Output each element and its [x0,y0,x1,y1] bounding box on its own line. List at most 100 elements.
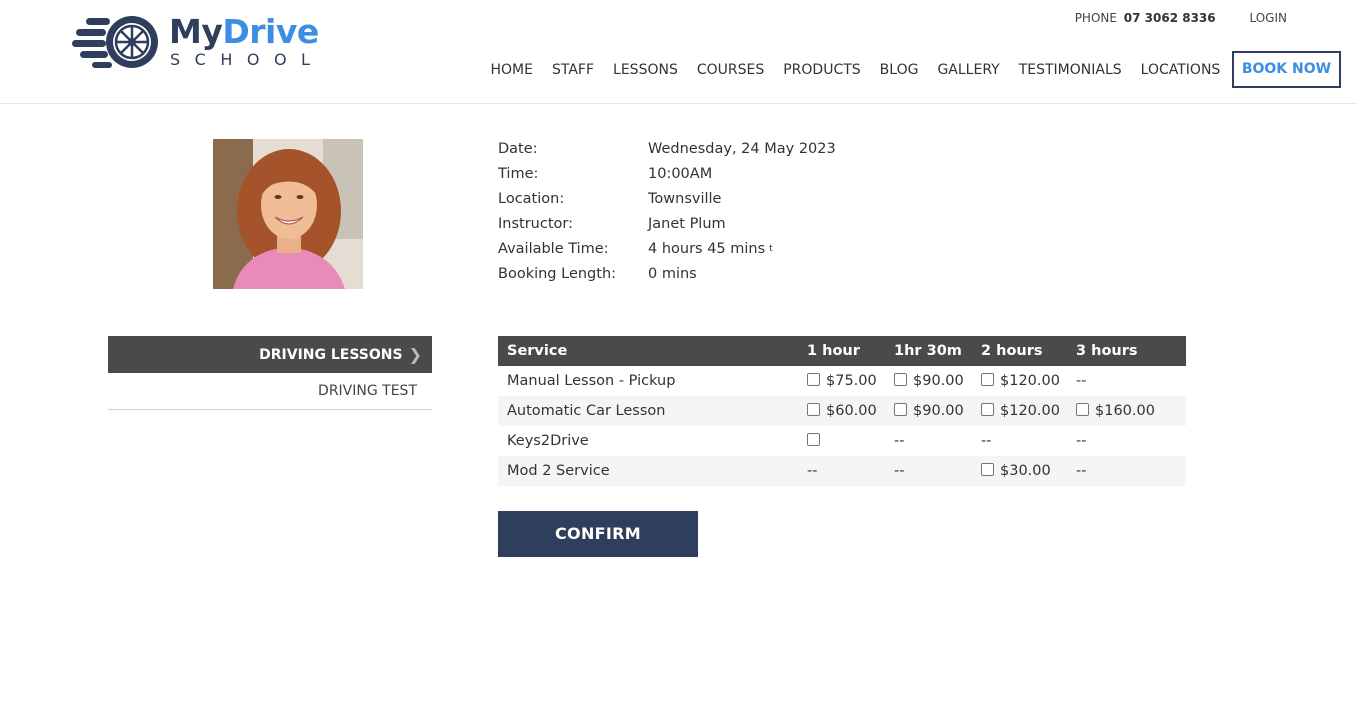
nav-staff[interactable]: STAFF [552,62,594,78]
menu-item-label: DRIVING TEST [318,383,417,399]
menu-item-driving-test[interactable]: DRIVING TEST [108,373,432,410]
price-cell[interactable]: $90.00 [885,396,972,426]
booking-length-label: Booking Length: [498,266,617,282]
confirm-button[interactable]: CONFIRM [498,511,698,557]
location-label: Location: [498,191,565,207]
nav-products[interactable]: PRODUCTS [783,62,860,78]
available-time-text: 4 hours 45 mins [648,241,766,257]
logo-word-my: My [169,12,223,51]
instructor-label: Instructor: [498,216,573,232]
price-value: $30.00 [1000,463,1051,479]
main-nav: HOME STAFF LESSONS COURSES PRODUCTS BLOG… [481,51,1342,88]
price-value: $60.00 [826,403,877,419]
logo-word-drive: Drive [222,12,319,51]
wheel-logo-icon [72,16,158,68]
nav-testimonials[interactable]: TESTIMONIALS [1019,62,1122,78]
top-contact-bar: PHONE 07 3062 8336 LOGIN [1075,11,1287,25]
price-cell[interactable]: $160.00 [1067,396,1186,426]
price-value: -- [807,463,818,479]
detail-row-available: Available Time: 4 hours 45 mins t [498,239,836,264]
price-cell[interactable]: $30.00 [972,456,1067,486]
price-value: $160.00 [1095,403,1155,419]
option-checkbox[interactable] [981,403,994,416]
site-header: MyDrive SCHOOL PHONE 07 3062 8336 LOGIN … [0,0,1357,104]
instructor-value: Janet Plum [648,216,726,232]
booking-length-value: 0 mins [648,266,697,282]
detail-row-instructor: Instructor: Janet Plum [498,214,836,239]
category-menu: DRIVING LESSONS ❯ DRIVING TEST [108,336,432,410]
price-value: -- [1076,373,1087,389]
price-value: -- [894,463,905,479]
table-header-row: Service 1 hour 1hr 30m 2 hours 3 hours [498,336,1186,366]
instructor-photo [213,139,363,289]
detail-row-time: Time: 10:00AM [498,164,836,189]
service-name-cell: Keys2Drive [507,433,589,449]
available-time-mark: t [769,244,773,254]
detail-row-date: Date: Wednesday, 24 May 2023 [498,139,836,164]
price-value: $75.00 [826,373,877,389]
service-name-cell: Manual Lesson - Pickup [507,373,676,389]
site-logo[interactable]: MyDrive SCHOOL [72,12,332,72]
nav-gallery[interactable]: GALLERY [937,62,999,78]
price-value: $120.00 [1000,403,1060,419]
price-value: $120.00 [1000,373,1060,389]
time-label: Time: [498,166,539,182]
option-checkbox[interactable] [894,403,907,416]
price-cell: -- [885,456,972,486]
price-cell: -- [1067,366,1186,396]
nav-courses[interactable]: COURSES [697,62,764,78]
price-cell[interactable]: $120.00 [972,396,1067,426]
service-table: Service 1 hour 1hr 30m 2 hours 3 hours M… [498,336,1186,486]
price-cell: -- [1067,456,1186,486]
price-value: $90.00 [913,373,964,389]
nav-locations[interactable]: LOCATIONS [1141,62,1221,78]
location-value: Townsville [648,191,722,207]
price-cell: -- [972,426,1067,456]
table-row: Automatic Car Lesson $60.00 $90.00 $120.00 $… [498,396,1186,426]
service-name-cell: Automatic Car Lesson [498,396,798,426]
header-service: Service [498,336,798,366]
header-1-hour: 1 hour [798,336,885,366]
time-value: 10:00AM [648,166,713,182]
option-checkbox[interactable] [894,373,907,386]
price-cell: -- [1067,426,1186,456]
price-value: -- [981,433,992,449]
price-cell: -- [798,456,885,486]
nav-blog[interactable]: BLOG [880,62,919,78]
nav-lessons[interactable]: LESSONS [613,62,678,78]
chevron-right-icon: ❯ [408,345,422,364]
option-checkbox[interactable] [807,433,820,446]
detail-row-booking-length: Booking Length: 0 mins [498,264,836,289]
table-row: Manual Lesson - Pickup $75.00 $90.00 $120.0… [498,366,1186,396]
price-cell[interactable]: $60.00 [798,396,885,426]
option-checkbox[interactable] [981,373,994,386]
option-checkbox[interactable] [807,403,820,416]
price-value: -- [1076,463,1087,479]
menu-item-label: DRIVING LESSONS [259,346,403,363]
table-row: Keys2Drive -- -- -- [498,426,1186,456]
header-2-hours: 2 hours [972,336,1067,366]
detail-row-location: Location: Townsville [498,189,836,214]
table-row: Mod 2 Service -- -- $30.00 -- [498,456,1186,486]
header-1hr-30m: 1hr 30m [885,336,972,366]
available-time-value: 4 hours 45 mins t [648,239,773,264]
price-cell: -- [885,426,972,456]
option-checkbox[interactable] [981,463,994,476]
price-cell[interactable]: $120.00 [972,366,1067,396]
nav-home[interactable]: HOME [491,62,533,78]
book-now-button[interactable]: BOOK NOW [1231,51,1342,88]
price-value: $90.00 [913,403,964,419]
available-time-label: Available Time: [498,241,609,257]
phone-number-link[interactable]: 07 3062 8336 [1124,11,1216,25]
login-link[interactable]: LOGIN [1249,11,1287,25]
option-checkbox[interactable] [1076,403,1089,416]
logo-wordmark: MyDrive [169,12,319,51]
header-3-hours: 3 hours [1067,336,1186,366]
price-value: -- [1076,433,1087,449]
date-value: Wednesday, 24 May 2023 [648,141,836,157]
price-cell[interactable]: $90.00 [885,366,972,396]
option-checkbox[interactable] [807,373,820,386]
price-cell[interactable] [798,426,885,456]
price-cell[interactable]: $75.00 [798,366,885,396]
menu-item-driving-lessons[interactable]: DRIVING LESSONS ❯ [108,336,432,373]
